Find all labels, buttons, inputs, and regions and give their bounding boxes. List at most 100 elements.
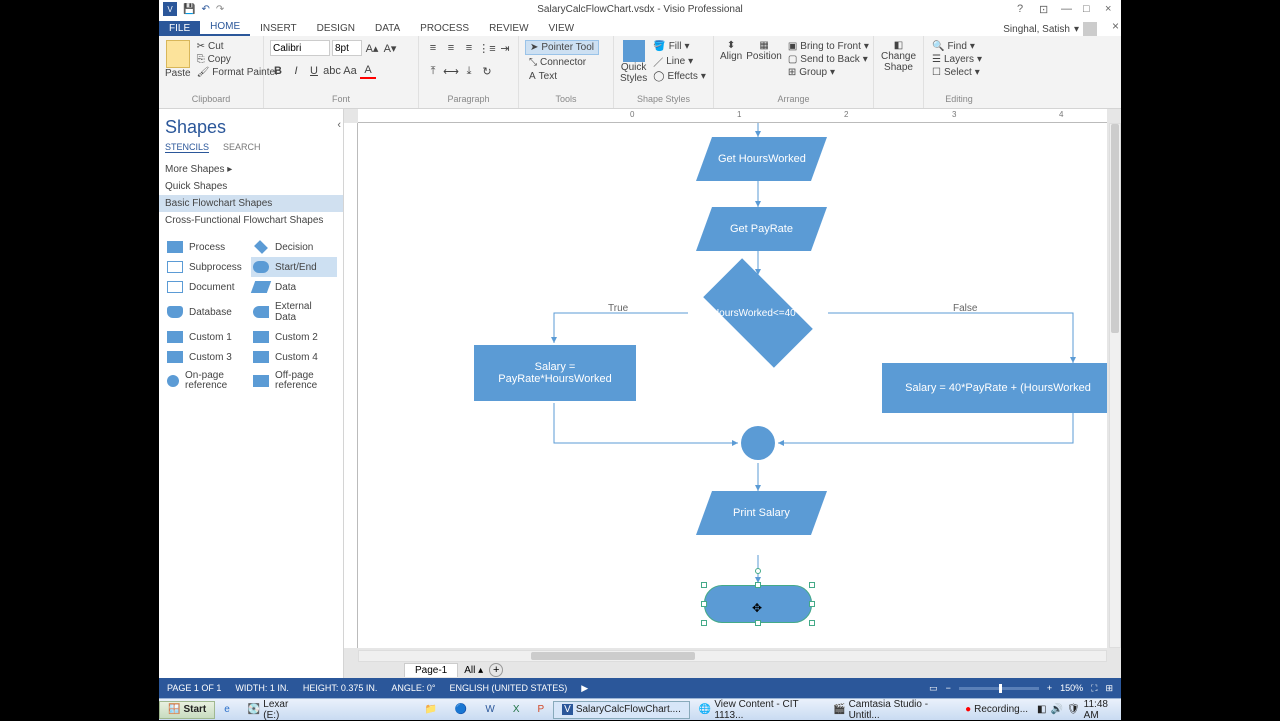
shape-onpage[interactable]: On-page reference	[165, 367, 251, 395]
align-center-icon[interactable]: ≡	[443, 40, 459, 56]
add-page-button[interactable]: +	[489, 663, 503, 677]
scrollbar-horizontal[interactable]	[358, 650, 1107, 662]
doc-close-button[interactable]: ×	[1112, 19, 1119, 33]
task-visio[interactable]: VSalaryCalcFlowChart....	[553, 701, 690, 719]
tab-file[interactable]: FILE	[159, 21, 200, 36]
task-recording[interactable]: ●Recording...	[956, 701, 1037, 719]
zoom-out-button[interactable]: −	[946, 683, 951, 693]
change-shape-button[interactable]: ◧Change Shape	[880, 40, 917, 73]
help-icon[interactable]: ?	[1017, 3, 1029, 15]
shape-document[interactable]: Document	[165, 277, 251, 297]
effects-button[interactable]: ◯Effects▾	[651, 70, 708, 83]
lexar-button[interactable]: 💽Lexar (E:)	[239, 701, 310, 719]
shape-onpage-ref[interactable]	[741, 426, 775, 460]
align-right-icon[interactable]: ≡	[461, 40, 477, 56]
bold-button[interactable]: B	[270, 63, 286, 79]
user-account[interactable]: Singhal, Satish▾	[1003, 22, 1097, 36]
shape-external[interactable]: External Data	[251, 297, 337, 327]
ppt-icon[interactable]: P	[528, 701, 553, 719]
cross-functional-link[interactable]: Cross-Functional Flowchart Shapes	[165, 212, 337, 229]
shape-offpage[interactable]: Off-page reference	[251, 367, 337, 395]
shape-print[interactable]: Print Salary	[696, 491, 827, 535]
align-button[interactable]: ⬍Align	[720, 40, 742, 62]
tab-stencils[interactable]: STENCILS	[165, 142, 209, 153]
find-button[interactable]: 🔍Find▾	[930, 40, 984, 53]
macro-icon[interactable]: ▶	[581, 683, 588, 694]
all-pages-button[interactable]: All ▴	[464, 665, 483, 676]
position-button[interactable]: ▦Position	[746, 40, 782, 62]
clock[interactable]: 11:48 AM	[1084, 699, 1115, 721]
strike-button[interactable]: abc	[324, 63, 340, 79]
shape-salary-false[interactable]: Salary = 40*PayRate + (HoursWorked	[882, 363, 1107, 413]
minimize-button[interactable]: —	[1061, 3, 1073, 15]
tray-icon[interactable]: 🔊	[1051, 704, 1063, 715]
shape-custom3[interactable]: Custom 3	[165, 347, 251, 367]
rotate-icon[interactable]: ↻	[479, 63, 495, 79]
tab-home[interactable]: HOME	[200, 19, 250, 36]
valign-mid-icon[interactable]: ⟷	[443, 63, 459, 79]
bring-front-button[interactable]: ▣Bring to Front▾	[786, 40, 871, 53]
excel-icon[interactable]: X	[504, 701, 529, 719]
bullets-icon[interactable]: ⋮≡	[479, 40, 495, 56]
underline-button[interactable]: U	[306, 63, 322, 79]
scrollbar-vertical[interactable]	[1109, 123, 1121, 648]
start-button[interactable]: 🪟Start	[159, 701, 215, 719]
case-button[interactable]: Aa	[342, 63, 358, 79]
rotate-handle[interactable]	[755, 568, 761, 574]
undo-icon[interactable]: ↶	[201, 4, 209, 15]
ie-button[interactable]: e	[215, 701, 239, 719]
presentation-icon[interactable]: ▭	[929, 683, 938, 694]
shape-process[interactable]: Process	[165, 237, 251, 257]
chrome-icon[interactable]: 🔵	[446, 701, 476, 719]
tray-icon[interactable]: 🛡	[1067, 704, 1080, 715]
fill-button[interactable]: 🪣Fill▾	[651, 40, 708, 53]
text-tool-button[interactable]: AText	[525, 70, 561, 83]
maximize-button[interactable]: □	[1083, 3, 1095, 15]
line-button[interactable]: ／Line▾	[651, 53, 708, 70]
tab-insert[interactable]: INSERT	[250, 21, 307, 36]
pan-zoom-icon[interactable]: ⊞	[1105, 683, 1113, 694]
shape-custom4[interactable]: Custom 4	[251, 347, 337, 367]
tab-view[interactable]: VIEW	[539, 21, 585, 36]
shape-data[interactable]: Data	[251, 277, 337, 297]
shape-salary-true[interactable]: Salary = PayRate*HoursWorked	[474, 345, 636, 401]
ribbon-toggle-icon[interactable]: ⊡	[1039, 3, 1051, 15]
shape-custom2[interactable]: Custom 2	[251, 327, 337, 347]
zoom-level[interactable]: 150%	[1060, 683, 1083, 693]
save-icon[interactable]: 💾	[183, 4, 195, 15]
italic-button[interactable]: I	[288, 63, 304, 79]
collapse-panel-button[interactable]: ‹	[337, 119, 341, 131]
word-icon[interactable]: W	[476, 701, 503, 719]
quick-shapes-link[interactable]: Quick Shapes	[165, 178, 337, 195]
connector-tool-button[interactable]: ⤡Connector	[525, 56, 590, 69]
grow-font-icon[interactable]: A▴	[364, 40, 380, 56]
task-camtasia[interactable]: 🎬Camtasia Studio - Untitl...	[824, 701, 956, 719]
shape-decision[interactable]: HoursWorked<=40 ?	[688, 273, 828, 353]
shape-get-payrate[interactable]: Get PayRate	[696, 207, 827, 251]
font-color-button[interactable]: A	[360, 63, 376, 79]
shape-database[interactable]: Database	[165, 297, 251, 327]
redo-icon[interactable]: ↷	[216, 4, 224, 15]
quick-styles-button[interactable]: Quick Styles	[620, 40, 647, 84]
shape-startend[interactable]: Start/End	[251, 257, 337, 277]
explorer-icon[interactable]: 📁	[415, 701, 445, 719]
zoom-slider[interactable]	[959, 687, 1039, 690]
font-name-select[interactable]	[270, 40, 330, 56]
shape-custom1[interactable]: Custom 1	[165, 327, 251, 347]
close-button[interactable]: ×	[1105, 3, 1117, 15]
font-size-select[interactable]	[332, 40, 362, 56]
tab-process[interactable]: PROCESS	[410, 21, 479, 36]
shape-get-hours[interactable]: Get HoursWorked	[696, 137, 827, 181]
status-lang[interactable]: ENGLISH (UNITED STATES)	[450, 683, 568, 693]
paste-button[interactable]: Paste	[165, 40, 191, 79]
page-tab-1[interactable]: Page-1	[404, 663, 458, 677]
shrink-font-icon[interactable]: A▾	[382, 40, 398, 56]
tab-review[interactable]: REVIEW	[479, 21, 538, 36]
shape-subprocess[interactable]: Subprocess	[165, 257, 251, 277]
align-left-icon[interactable]: ≡	[425, 40, 441, 56]
more-shapes-link[interactable]: More Shapes ▸	[165, 161, 337, 178]
fit-page-icon[interactable]: ⛶	[1091, 683, 1097, 694]
send-back-button[interactable]: ▢Send to Back▾	[786, 53, 871, 66]
tab-data[interactable]: DATA	[365, 21, 410, 36]
select-button[interactable]: ☐Select▾	[930, 66, 984, 79]
